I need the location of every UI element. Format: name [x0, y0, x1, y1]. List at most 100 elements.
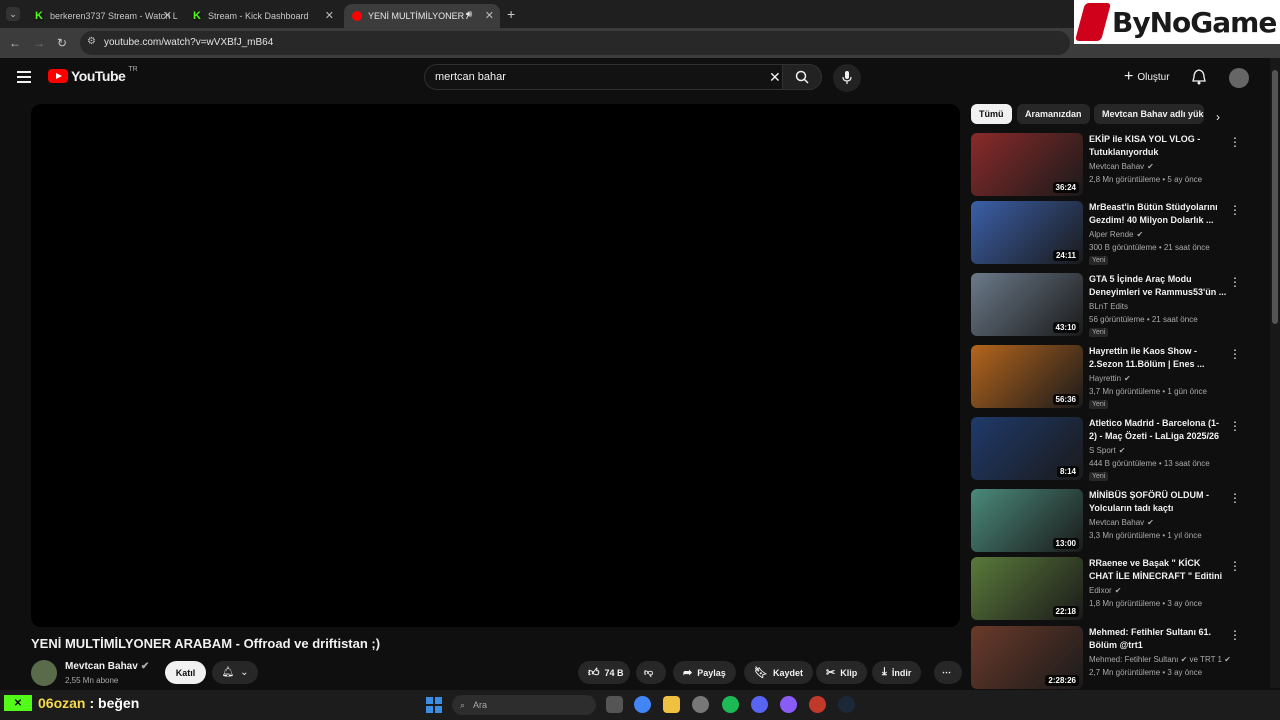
create-button[interactable]: + Oluştur	[1116, 66, 1178, 88]
browser-tab-1[interactable]: K berkeren3737 Stream - Watch L ✕	[26, 4, 178, 28]
share-button[interactable]: ➦ Paylaş	[673, 661, 736, 684]
channel-name[interactable]: Edixor	[1089, 586, 1112, 595]
steam-icon[interactable]	[838, 696, 855, 713]
more-vertical-icon[interactable]: ⋮	[1229, 628, 1241, 642]
youtube-logo[interactable]: YouTube TR	[48, 66, 138, 84]
settings-icon[interactable]	[692, 696, 709, 713]
back-icon[interactable]: ←	[9, 36, 21, 50]
clear-icon[interactable]: ✕	[769, 69, 781, 86]
chip-all[interactable]: Tümü	[971, 104, 1012, 124]
url-field[interactable]: ⚙ youtube.com/watch?v=wVXBfJ_mB64	[80, 31, 1070, 55]
channel-name[interactable]: Alper Rende	[1089, 230, 1133, 239]
site-info-icon[interactable]: ⚙	[87, 36, 96, 47]
scrollbar-thumb[interactable]	[1272, 70, 1278, 324]
join-button[interactable]: Katıl	[165, 661, 206, 684]
channel-name-row[interactable]: Edixor ✔	[1089, 586, 1121, 595]
video-title[interactable]: MİNİBÜS ŞOFÖRÜ OLDUM - Yolcuların tadı k…	[1089, 489, 1227, 515]
microphone-button[interactable]	[833, 64, 861, 92]
channel-name[interactable]: Mevtcan Bahav	[1089, 162, 1144, 171]
chrome-icon[interactable]	[634, 696, 651, 713]
clip-button[interactable]: ✂ Klip	[816, 661, 868, 684]
more-vertical-icon[interactable]: ⋮	[1229, 491, 1241, 505]
file-explorer-icon[interactable]	[663, 696, 680, 713]
app-icon[interactable]	[809, 696, 826, 713]
download-button[interactable]: ⤓ İndir	[872, 661, 922, 684]
discord-icon[interactable]	[751, 696, 768, 713]
channel-avatar[interactable]	[31, 660, 57, 686]
channel-name-row[interactable]: Mehmed: Fetihler Sultanı ✔ ve TRT 1 ✔	[1089, 655, 1231, 664]
video-thumbnail[interactable]: 8:14	[971, 417, 1083, 480]
chevron-right-icon[interactable]: ›	[1216, 110, 1220, 124]
video-title[interactable]: Mehmed: Fetihler Sultanı 61. Bölüm @trt1	[1089, 626, 1227, 652]
recommended-video[interactable]: 2:28:26 Mehmed: Fetihler Sultanı 61. Bölü…	[971, 626, 1241, 690]
speaker-icon[interactable]: 🔊︎	[466, 9, 472, 20]
more-vertical-icon[interactable]: ⋮	[1229, 347, 1241, 361]
channel-name-row[interactable]: Mevtcan Bahav ✔	[1089, 518, 1154, 527]
channel-name[interactable]: BLnT Edits	[1089, 302, 1128, 311]
close-icon[interactable]: ✕	[163, 9, 172, 22]
channel-name[interactable]: Mevtcan Bahav	[65, 661, 138, 672]
chip-from-search[interactable]: Aramanızdan	[1017, 104, 1090, 124]
notifications-bell-icon[interactable]	[1192, 69, 1206, 85]
channel-name-row[interactable]: BLnT Edits	[1089, 302, 1128, 311]
browser-tab-3[interactable]: YENİ MULTİMİLYONER ARA 🔊︎ ✕	[344, 4, 500, 28]
video-thumbnail[interactable]: 43:10	[971, 273, 1083, 336]
more-actions-button[interactable]: ⋯	[934, 661, 962, 684]
windows-start-icon[interactable]	[426, 697, 442, 713]
video-thumbnail[interactable]: 36:24	[971, 133, 1083, 196]
search-input[interactable]	[435, 71, 755, 83]
video-thumbnail[interactable]: 2:28:26	[971, 626, 1083, 689]
channel-name[interactable]: Mehmed: Fetihler Sultanı ✔ ve TRT 1 ✔	[1089, 655, 1231, 664]
more-vertical-icon[interactable]: ⋮	[1229, 559, 1241, 573]
tab-search-icon[interactable]: ⌄	[6, 7, 20, 21]
channel-name-row[interactable]: Hayrettin ✔	[1089, 374, 1131, 383]
forward-icon[interactable]: →	[33, 36, 45, 50]
video-title[interactable]: MrBeast'in Bütün Stüdyolarını Gezdim! 40…	[1089, 201, 1227, 227]
recommended-video[interactable]: 43:10 GTA 5 İçinde Araç Modu Deneyimleri …	[971, 273, 1241, 337]
more-vertical-icon[interactable]: ⋮	[1229, 135, 1241, 149]
search-button[interactable]	[782, 64, 822, 90]
recommended-video[interactable]: 22:18 RRaenee ve Başak " KİCK CHAT İLE Mİ…	[971, 557, 1241, 621]
like-button[interactable]: 👍︎ 74 B	[578, 661, 630, 684]
channel-name-row[interactable]: Mevtcan Bahav ✔	[1089, 162, 1154, 171]
obs-icon[interactable]	[780, 696, 797, 713]
video-player[interactable]	[31, 104, 960, 627]
video-title[interactable]: GTA 5 İçinde Araç Modu Deneyimleri ve Ra…	[1089, 273, 1227, 299]
more-vertical-icon[interactable]: ⋮	[1229, 275, 1241, 289]
recommended-video[interactable]: 8:14 Atletico Madrid - Barcelona (1-2) - …	[971, 417, 1241, 481]
video-title[interactable]: RRaenee ve Başak " KİCK CHAT İLE MİNECRA…	[1089, 557, 1227, 584]
video-thumbnail[interactable]: 13:00	[971, 489, 1083, 552]
video-thumbnail[interactable]: 56:36	[971, 345, 1083, 408]
close-icon[interactable]: ✕	[485, 9, 494, 22]
video-thumbnail[interactable]: 22:18	[971, 557, 1083, 620]
channel-name[interactable]: S Sport	[1089, 446, 1116, 455]
recommended-video[interactable]: 56:36 Hayrettin ile Kaos Show - 2.Sezon 1…	[971, 345, 1241, 409]
account-avatar[interactable]	[1229, 68, 1249, 88]
channel-name[interactable]: Mevtcan Bahav	[1089, 518, 1144, 527]
chip-channel[interactable]: Mevtcan Bahav adlı yük	[1094, 104, 1204, 124]
more-vertical-icon[interactable]: ⋮	[1229, 419, 1241, 433]
close-icon[interactable]: ✕	[325, 9, 334, 22]
browser-tab-2[interactable]: K Stream - Kick Dashboard ✕	[184, 4, 340, 28]
save-button[interactable]: 🔖︎ Kaydet	[744, 661, 813, 684]
channel-name-row[interactable]: Mevtcan Bahav ✔	[65, 661, 149, 672]
menu-icon[interactable]	[17, 71, 31, 83]
spotify-icon[interactable]	[722, 696, 739, 713]
recommended-video[interactable]: 13:00 MİNİBÜS ŞOFÖRÜ OLDUM - Yolcuların t…	[971, 489, 1241, 553]
video-title[interactable]: EKİP ile KISA YOL VLOG - Tutuklanıyorduk	[1089, 133, 1227, 159]
subscription-notifications-button[interactable]: 🔔︎ ⌄	[212, 661, 258, 684]
channel-name-row[interactable]: Alper Rende ✔	[1089, 230, 1143, 239]
recommended-video[interactable]: 24:11 MrBeast'in Bütün Stüdyolarını Gezdi…	[971, 201, 1241, 265]
dislike-button[interactable]: 👎︎	[636, 661, 666, 684]
channel-name-row[interactable]: S Sport ✔	[1089, 446, 1125, 455]
video-title[interactable]: Hayrettin ile Kaos Show - 2.Sezon 11.Böl…	[1089, 345, 1227, 371]
recommended-video[interactable]: 36:24 EKİP ile KISA YOL VLOG - Tutuklanıy…	[971, 133, 1241, 197]
channel-name[interactable]: Hayrettin	[1089, 374, 1121, 383]
task-view-icon[interactable]	[606, 696, 623, 713]
taskbar-search[interactable]: ⌕ Ara	[452, 695, 596, 715]
more-vertical-icon[interactable]: ⋮	[1229, 203, 1241, 217]
video-title[interactable]: Atletico Madrid - Barcelona (1-2) - Maç …	[1089, 417, 1227, 443]
reload-icon[interactable]: ↻	[57, 36, 67, 50]
video-thumbnail[interactable]: 24:11	[971, 201, 1083, 264]
new-tab-button[interactable]: +	[507, 6, 515, 22]
